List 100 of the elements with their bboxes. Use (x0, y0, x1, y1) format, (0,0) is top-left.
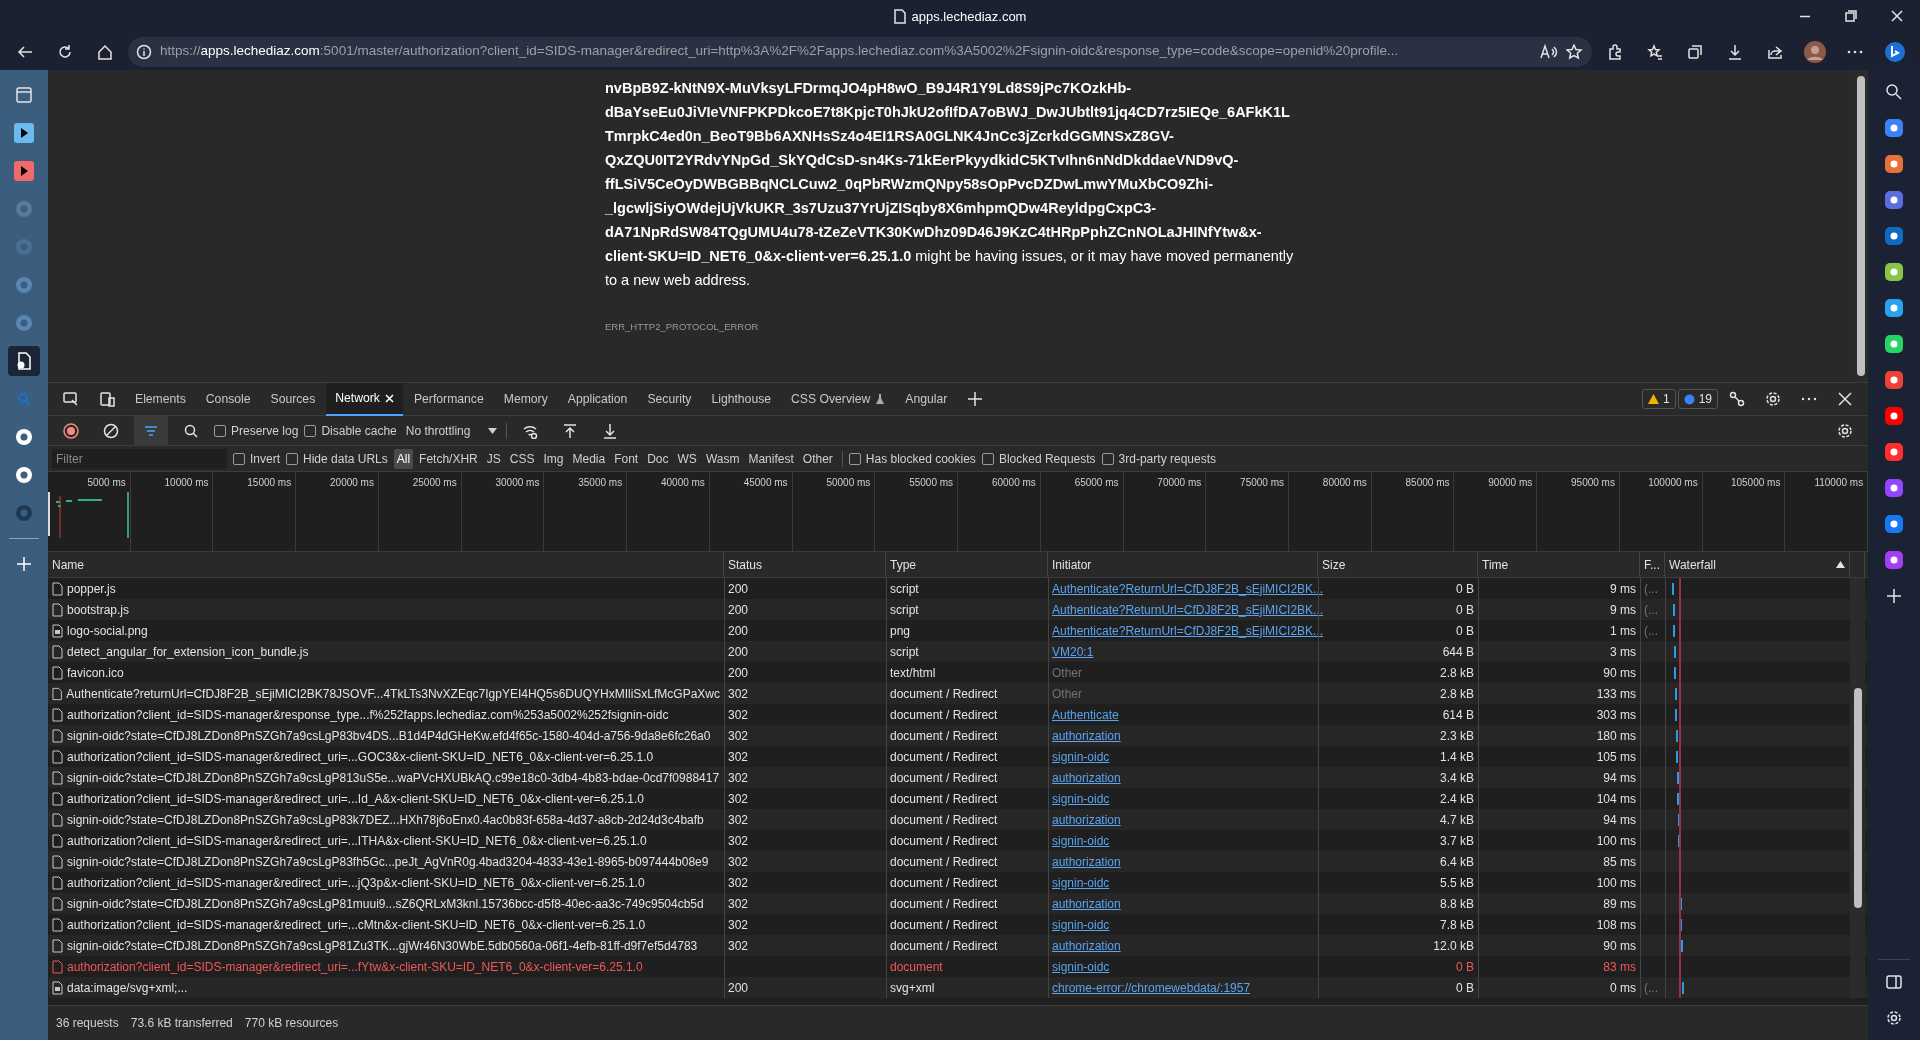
filter-type[interactable]: Other (799, 448, 836, 469)
devtools-tab[interactable]: CSS Overview (782, 382, 895, 416)
search-icon[interactable] (1884, 82, 1904, 102)
filter-type[interactable]: JS (483, 448, 504, 469)
initiator-link[interactable]: VM20:1 (1052, 642, 1094, 661)
column-header[interactable]: Name (48, 552, 724, 577)
initiator-link[interactable]: Authenticate?ReturnUrl=CfDJ8F2B_sEjiMICI2BK... (1052, 621, 1324, 640)
devtools-tab[interactable]: Memory (494, 382, 557, 416)
table-cell-text: 200 (727, 979, 750, 997)
devtools-tab[interactable]: Console (196, 382, 260, 416)
initiator-link[interactable]: signin-oidc (1052, 789, 1110, 808)
devtools-tab[interactable]: Lighthouse (702, 382, 781, 416)
tick-label: 30000 ms (461, 472, 545, 551)
warnings-counter[interactable]: 1 (1641, 389, 1676, 409)
checkbox[interactable]: 3rd-party requests (1101, 449, 1216, 468)
app-icon[interactable] (1884, 550, 1904, 570)
column-header[interactable]: Status (724, 552, 886, 577)
play-icon[interactable] (14, 123, 34, 143)
initiator-link[interactable]: authorization (1052, 726, 1121, 745)
checkbox[interactable]: Invert (233, 449, 280, 468)
column-header[interactable]: Size (1318, 552, 1478, 577)
checkbox[interactable]: Has blocked cookies (848, 449, 976, 468)
initiator-link[interactable]: signin-oidc (1052, 915, 1110, 934)
table-cell-text: 9 ms (1609, 580, 1637, 598)
table-cell-text: text/html (889, 664, 937, 682)
initiator-link[interactable]: authorization (1052, 936, 1121, 955)
filter-type[interactable]: Img (540, 448, 567, 469)
devtools-tab[interactable]: Angular (896, 382, 957, 416)
settings-icon[interactable] (1886, 1010, 1902, 1026)
devtools-tab[interactable]: Performance (404, 382, 493, 416)
tabs-icon[interactable] (14, 85, 34, 105)
favorites-icon (1647, 43, 1663, 60)
filter-type[interactable]: Font (611, 448, 642, 469)
initiator-link[interactable]: chrome-error://chromewebdata/:1957 (1052, 978, 1251, 997)
initiator-link[interactable]: Authenticate?ReturnUrl=CfDJ8F2B_sEjiMICI2BK... (1052, 600, 1324, 619)
app-icon[interactable] (1884, 514, 1904, 534)
initiator-link[interactable]: signin-oidc (1052, 831, 1110, 850)
star-icon[interactable] (1566, 43, 1584, 60)
table-cell-text: 302 (727, 937, 750, 955)
read-aloud-icon[interactable] (1540, 43, 1558, 60)
sidebar-toggle-icon[interactable] (1886, 975, 1902, 989)
devtools-tab[interactable]: Security (638, 382, 701, 416)
filter-type[interactable]: CSS (506, 448, 538, 469)
initiator-link[interactable]: signin-oidc (1052, 747, 1110, 766)
column-header[interactable]: Waterfall (1665, 552, 1850, 577)
checkbox[interactable]: Preserve log (214, 421, 299, 440)
sort-icon[interactable] (1836, 561, 1845, 568)
address-bar[interactable]: https://apps.lechediaz.com:5001/master/authorization?client_id=SIDS-manager&redirect_uri=http%3A%2F%2Fapps.lechediaz.com%3A5002%2Fsignin-oidc&response_type=code&scope=openid%20profile... (128, 36, 1592, 67)
app-icon[interactable] (1884, 190, 1904, 210)
app-icon[interactable] (1884, 478, 1904, 498)
play-icon[interactable] (14, 161, 34, 181)
table-cell-text: 180 ms (1595, 727, 1637, 745)
initiator-link[interactable]: Authenticate?ReturnUrl=CfDJ8F2B_sEjiMICI2BK... (1052, 579, 1324, 598)
app-icon[interactable] (1884, 370, 1904, 390)
initiator-link[interactable]: signin-oidc (1052, 957, 1110, 976)
column-header[interactable]: Time (1478, 552, 1640, 577)
close-icon[interactable] (384, 393, 394, 403)
app-icon[interactable] (1884, 298, 1904, 318)
devtools-tab[interactable]: Elements (126, 382, 195, 416)
column-header[interactable]: F... (1640, 552, 1665, 577)
table-cell-text: 302 (727, 895, 750, 913)
initiator-link[interactable]: authorization (1052, 894, 1121, 913)
filter-type[interactable]: All (393, 448, 414, 469)
app-icon[interactable] (1884, 406, 1904, 426)
checkbox[interactable]: Disable cache (304, 421, 397, 440)
initiator-link[interactable]: authorization (1052, 852, 1121, 871)
filter-type[interactable]: Wasm (702, 448, 743, 469)
app-icon[interactable] (14, 427, 34, 447)
filter-field[interactable]: Filter (52, 448, 227, 469)
initiator-link[interactable]: signin-oidc (1052, 873, 1110, 892)
devtools-tab[interactable]: Network (326, 382, 403, 416)
filter-type[interactable]: Media (569, 448, 609, 469)
initiator-link[interactable]: authorization (1052, 768, 1121, 787)
app-icon[interactable] (1884, 334, 1904, 354)
info-icon[interactable] (136, 43, 152, 60)
table-cell-text: 105 ms (1595, 748, 1637, 766)
column-header[interactable]: Type (886, 552, 1048, 577)
filter-type[interactable]: Doc (644, 448, 672, 469)
app-icon[interactable] (1884, 442, 1904, 462)
filter-button[interactable] (134, 415, 168, 446)
table-cell-text: 1 ms (1609, 622, 1637, 640)
app-icon[interactable] (1884, 262, 1904, 282)
filter-type[interactable]: Fetch/XHR (416, 448, 481, 469)
app-icon[interactable] (1884, 118, 1904, 138)
messages-counter[interactable]: 19 (1677, 389, 1718, 409)
plus-icon[interactable] (1886, 588, 1902, 604)
checkbox[interactable]: Blocked Requests (981, 449, 1096, 468)
filter-type[interactable]: WS (674, 448, 700, 469)
throttling-dropdown[interactable]: No throttling (402, 420, 501, 441)
column-header[interactable]: Initiator (1048, 552, 1318, 577)
devtools-tab[interactable]: Sources (261, 382, 325, 416)
devtools-tab[interactable]: Application (558, 382, 637, 416)
checkbox[interactable]: Hide data URLs (286, 449, 388, 468)
filter-type[interactable]: Manifest (745, 448, 797, 469)
app-icon[interactable] (1884, 154, 1904, 174)
initiator-link[interactable]: authorization (1052, 810, 1121, 829)
scrollbar[interactable] (1850, 578, 1865, 998)
app-icon[interactable] (1884, 226, 1904, 246)
app-icon[interactable] (14, 465, 34, 485)
initiator-link[interactable]: Authenticate (1052, 705, 1119, 724)
